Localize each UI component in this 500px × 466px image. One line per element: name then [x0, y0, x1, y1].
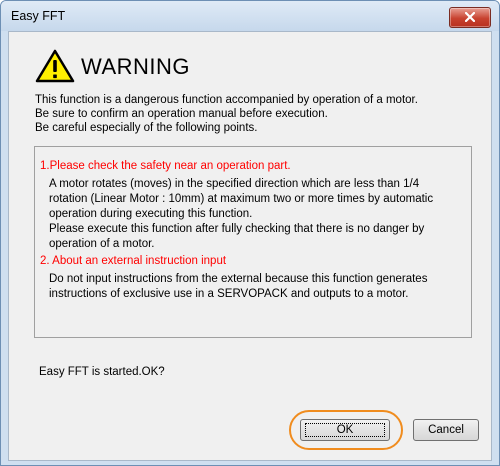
window-title: Easy FFT — [11, 9, 66, 23]
focus-rectangle — [305, 423, 385, 437]
intro-line: Be careful especially of the following p… — [35, 122, 258, 134]
cancel-button-label: Cancel — [428, 424, 464, 436]
ok-button[interactable]: OK — [300, 419, 390, 441]
point1-title: 1.Please check the safety near an operat… — [40, 160, 291, 172]
warning-triangle-icon — [35, 49, 75, 83]
warning-intro: This function is a dangerous function ac… — [35, 93, 475, 135]
close-button[interactable] — [449, 7, 491, 28]
intro-line: This function is a dangerous function ac… — [35, 94, 418, 106]
point1-line: Please execute this function after fully… — [49, 223, 425, 235]
point1-line: operation during executing this function… — [49, 208, 253, 220]
safety-notice-box: 1.Please check the safety near an operat… — [34, 146, 472, 338]
point2-title: 2. About an external instruction input — [40, 255, 227, 267]
intro-line: Be sure to confirm an operation manual b… — [35, 108, 328, 120]
point1-line: A motor rotates (moves) in the specified… — [49, 178, 420, 190]
dialog-body: WARNING This function is a dangerous fun… — [8, 31, 492, 461]
title-bar[interactable]: Easy FFT — [1, 1, 499, 31]
point1-line: rotation (Linear Motor : 10mm) at maximu… — [49, 193, 434, 205]
point2-line: instructions of exclusive use in a SERVO… — [49, 288, 409, 300]
dialog-window: Easy FFT WARNING This function is a dang… — [0, 0, 500, 466]
close-icon — [465, 12, 475, 22]
point1-line: operation of a motor. — [49, 238, 155, 250]
confirm-question: Easy FFT is started.OK? — [39, 366, 165, 378]
warning-heading: WARNING — [81, 54, 191, 79]
cancel-button[interactable]: Cancel — [413, 419, 479, 441]
point2-line: Do not input instructions from the exter… — [49, 273, 428, 285]
